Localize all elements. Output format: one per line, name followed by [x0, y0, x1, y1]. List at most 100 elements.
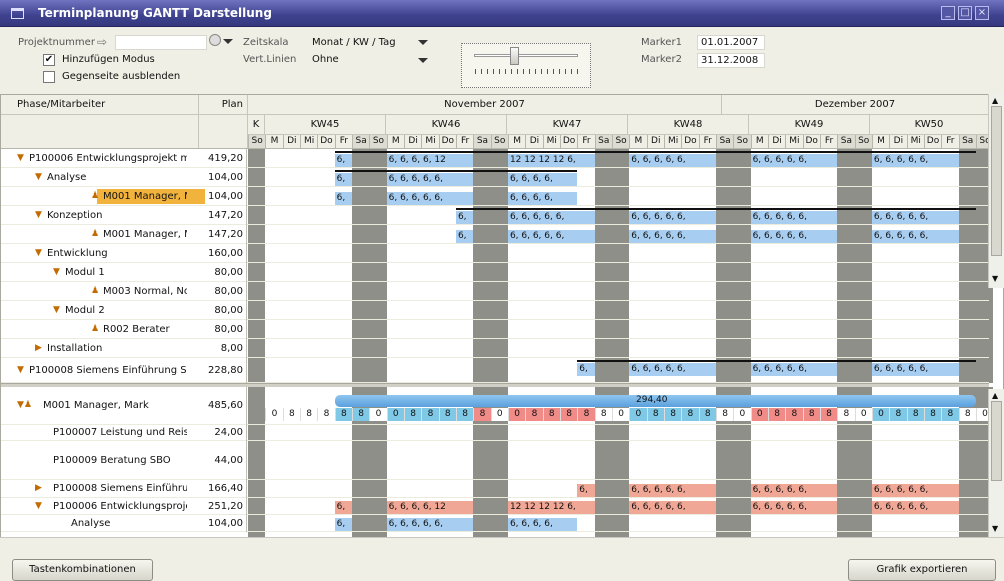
work-bar[interactable]: 6, 6, 6, 6, 6,	[750, 154, 838, 167]
vertical-scrollbar-bottom[interactable]: ▲ ▼	[988, 389, 1004, 537]
work-bar[interactable]: 6,	[455, 211, 474, 224]
vertical-scrollbar-top[interactable]: ▲ ▼	[988, 94, 1004, 288]
work-bar[interactable]: 6, 6, 6, 6, 6,	[629, 230, 716, 243]
table-row[interactable]: ♟ M001 Manager, Mark 104,00	[1, 187, 989, 206]
expand-arrow-icon[interactable]: ▼	[35, 172, 42, 182]
vertlinien-dropdown-icon[interactable]	[418, 58, 428, 63]
row-name[interactable]: P100008 Siemens Einführung	[53, 483, 187, 494]
zeitskala-dropdown-icon[interactable]	[418, 40, 428, 45]
row-name[interactable]: Modul 2	[65, 305, 187, 316]
expand-arrow-icon[interactable]: ▼	[35, 210, 42, 220]
row-name[interactable]: Modul 1	[65, 267, 187, 278]
row-name[interactable]: M001 Manager, Mark	[103, 229, 187, 240]
row-name[interactable]: Installation	[47, 343, 187, 354]
zeitskala-select[interactable]: Monat / KW / Tag	[312, 37, 396, 48]
work-bar[interactable]: 6,	[334, 518, 352, 531]
table-row[interactable]: ♟ M001 Manager, Mark 147,20	[1, 225, 989, 244]
work-bar[interactable]: 6, 6, 6, 6, 6,	[386, 192, 474, 205]
hinzufuegen-checkbox[interactable]: ✔	[43, 54, 55, 66]
table-row[interactable]: ▼ Modul 1 80,00	[1, 263, 989, 282]
scroll-up-icon[interactable]: ▲	[992, 96, 998, 105]
expand-arrow-icon[interactable]: ▼	[53, 267, 60, 277]
maximize-button[interactable]: □	[958, 6, 972, 20]
work-bar[interactable]: 6, 6, 6, 6, 6,	[750, 363, 838, 376]
work-bar[interactable]: 6, 6, 6, 6,	[507, 518, 578, 531]
row-name[interactable]: Analyse	[47, 172, 187, 183]
work-bar[interactable]: 6, 6, 6, 6, 6,	[629, 154, 716, 167]
work-bar[interactable]: 6, 6, 6, 6, 6,	[629, 363, 716, 376]
person-icon[interactable]: ♟	[91, 324, 99, 334]
row-name[interactable]: P100008 Siemens Einführung SB	[29, 365, 187, 376]
row-name[interactable]: M001 Manager, Mark	[43, 400, 195, 411]
row-name[interactable]: P100006 Entwicklungsprojek	[53, 501, 187, 512]
work-bar[interactable]: 6, 6, 6, 6, 6,	[750, 211, 838, 224]
work-bar[interactable]: 6,	[577, 484, 595, 497]
table-row[interactable]: ♟ R002 Berater 80,00	[1, 320, 989, 339]
expand-arrow-icon[interactable]: ▶	[35, 343, 42, 353]
person-icon[interactable]: ♟	[91, 229, 99, 239]
work-bar[interactable]: 6,	[334, 173, 352, 186]
scroll-down-icon-2[interactable]: ▼	[992, 524, 998, 533]
column-header-plan[interactable]: Plan	[199, 95, 248, 115]
table-row[interactable]: ▼ Entwicklung 160,00	[1, 244, 989, 263]
work-bar[interactable]: 6, 6, 6, 6, 6,	[629, 211, 716, 224]
marker1-input[interactable]: 01.01.2007	[697, 35, 765, 50]
row-name[interactable]: Analyse	[71, 518, 187, 529]
close-button[interactable]: ×	[975, 6, 989, 20]
scroll-thumb[interactable]	[991, 106, 1002, 256]
row-name[interactable]: M001 Manager, Mark	[103, 191, 187, 202]
scroll-thumb-2[interactable]	[991, 401, 1002, 481]
work-bar[interactable]: 6, 6, 6, 6, 12	[386, 501, 474, 514]
expand-arrow-icon[interactable]: ▼	[17, 365, 24, 375]
work-bar[interactable]: 6,	[334, 501, 352, 514]
slider-thumb[interactable]	[510, 47, 519, 65]
work-bar[interactable]: 6, 6, 6, 6, 6,	[871, 484, 959, 497]
work-bar[interactable]: 12 12 12 12 6,	[507, 501, 595, 514]
expand-arrow-icon[interactable]: ▼	[53, 305, 60, 315]
scroll-down-icon[interactable]: ▼	[992, 274, 998, 283]
export-button[interactable]: Grafik exportieren	[848, 559, 996, 581]
expand-arrow-icon[interactable]: ▼	[35, 501, 42, 511]
work-bar[interactable]: 6, 6, 6, 6, 6,	[386, 173, 474, 186]
table-row[interactable]: Analyse 104,00	[1, 515, 989, 532]
table-row[interactable]: ▶ P100008 Siemens Einführung 166,40	[1, 480, 989, 498]
work-bar[interactable]: 6, 6, 6, 6, 6,	[871, 154, 959, 167]
row-name[interactable]: Konzeption	[47, 210, 187, 221]
table-row[interactable]: ▼ Modul 2 80,00	[1, 301, 989, 320]
work-bar[interactable]: 6, 6, 6, 6, 6,	[871, 501, 959, 514]
expand-arrow-icon[interactable]: ▼	[35, 248, 42, 258]
expand-arrow-icon[interactable]: ▶	[35, 483, 42, 493]
work-bar[interactable]: 6,	[334, 154, 352, 167]
work-bar[interactable]: 6, 6, 6, 6, 12	[386, 154, 474, 167]
chevron-down-icon[interactable]	[223, 39, 233, 44]
row-name[interactable]: P100007 Leistung und Reisek	[53, 427, 187, 438]
work-bar[interactable]: 6, 6, 6, 6, 6,	[386, 518, 474, 531]
work-bar[interactable]: 6, 6, 6, 6, 6,	[750, 484, 838, 497]
work-bar[interactable]: 6, 6, 6, 6, 6,	[507, 230, 595, 243]
work-bar[interactable]: 6, 6, 6, 6, 6,	[629, 484, 716, 497]
row-name[interactable]: P100006 Entwicklungsprojekt m	[29, 153, 187, 164]
shortcuts-button[interactable]: Tastenkombinationen	[12, 559, 153, 581]
work-bar[interactable]: 6, 6, 6, 6,	[507, 192, 578, 205]
table-row[interactable]: P100007 Leistung und Reisek 24,00	[1, 425, 989, 441]
work-bar[interactable]: 12 12 12 12 6,	[507, 154, 595, 167]
gegenseite-checkbox[interactable]	[43, 71, 55, 83]
table-row[interactable]: ♟ M003 Normal, Nor 80,00	[1, 282, 989, 301]
expand-arrow-icon[interactable]: ▼	[17, 153, 24, 163]
minimize-button[interactable]: _	[941, 6, 955, 20]
scroll-up-icon-2[interactable]: ▲	[992, 391, 998, 400]
work-bar[interactable]: 6, 6, 6, 6, 6,	[871, 211, 959, 224]
row-name[interactable]: M003 Normal, Nor	[103, 286, 187, 297]
work-bar[interactable]: 6,	[334, 192, 352, 205]
vertlinien-select[interactable]: Ohne	[312, 54, 339, 65]
column-header-phase[interactable]: Phase/Mitarbeiter	[1, 95, 199, 115]
person-icon[interactable]: ♟	[91, 286, 99, 296]
work-bar[interactable]: 6, 6, 6, 6, 6,	[750, 501, 838, 514]
work-bar[interactable]: 6,	[577, 363, 595, 376]
zoom-slider[interactable]	[461, 43, 591, 88]
work-bar[interactable]: 6, 6, 6, 6, 6,	[629, 501, 716, 514]
row-name[interactable]: R002 Berater	[103, 324, 187, 335]
row-name[interactable]: Entwicklung	[47, 248, 187, 259]
person-icon[interactable]: ♟	[91, 191, 99, 201]
work-bar[interactable]: 6, 6, 6, 6, 6,	[750, 230, 838, 243]
